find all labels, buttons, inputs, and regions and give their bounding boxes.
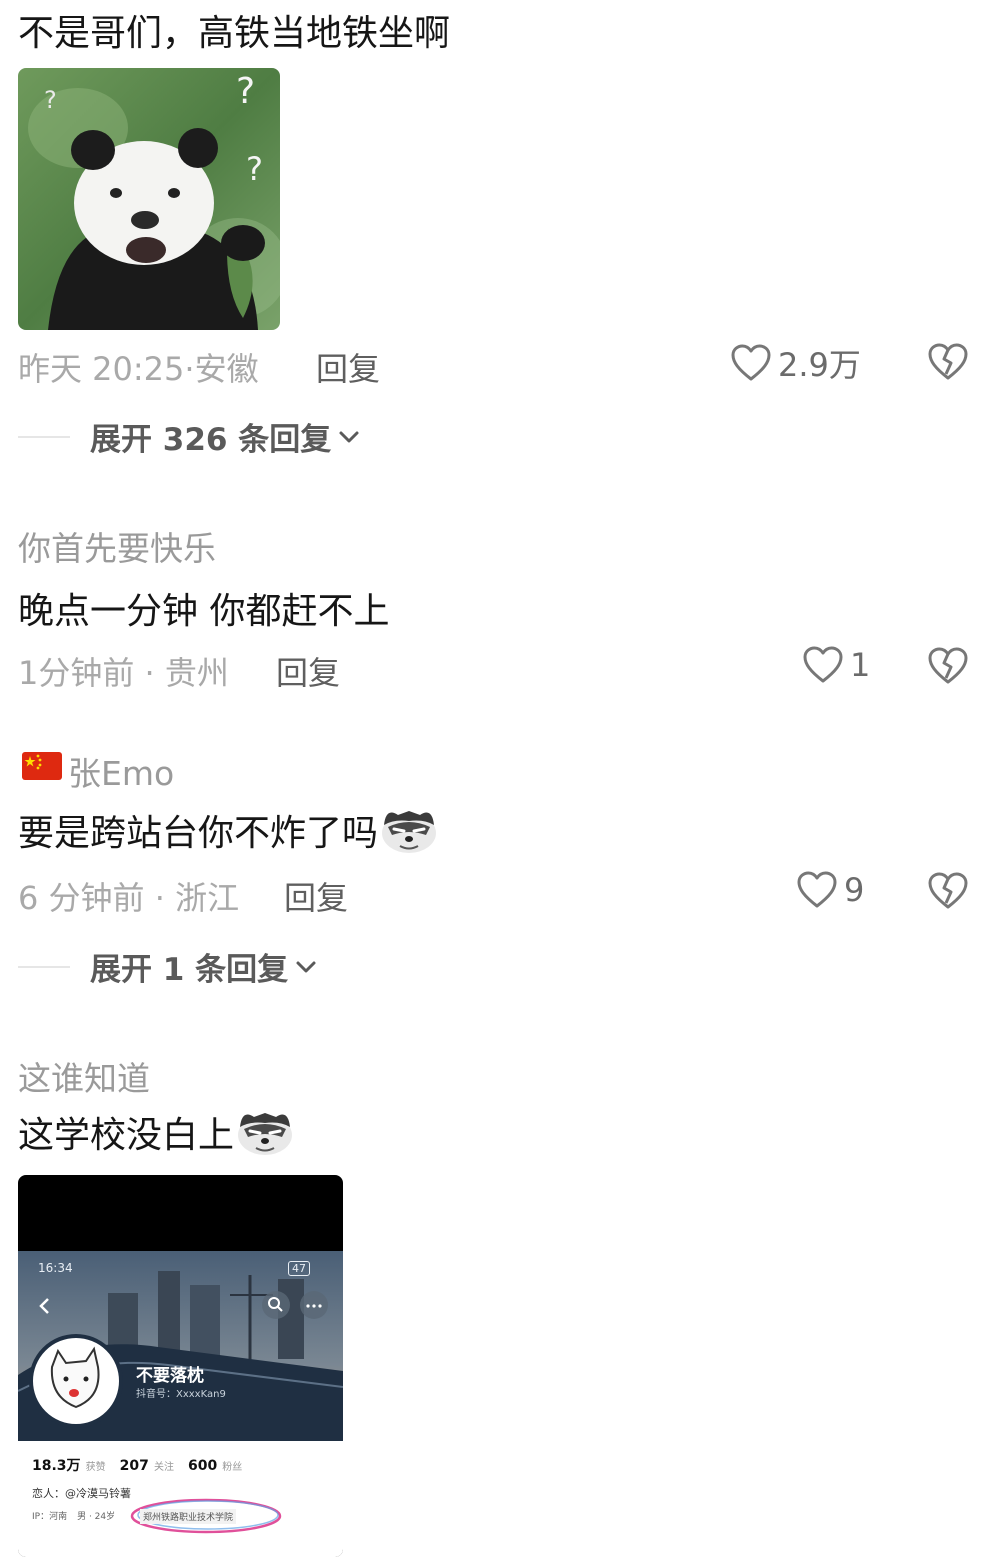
heart-outline-icon [731,344,771,381]
stat-likes: 18.3万 获赞 [32,1458,106,1474]
comment-4-text: 这学校没白上 [18,1115,235,1156]
chevron-down-icon [339,431,359,442]
panda-meme-image[interactable]: ? ? ? [18,68,280,330]
divider-line [18,435,70,438]
stat-following: 207 关注 [119,1458,174,1474]
broken-heart-icon [928,647,968,684]
comment-2-text: 晚点一分钟 你都赶不上 [18,591,390,632]
screenshot-stats-row: 18.3万 获赞 207 关注 600 粉丝 [32,1455,242,1475]
comment-2-like-count: 1 [850,646,871,684]
comment-3-like-count: 9 [844,871,865,909]
screenshot-douyin-id: 抖音号：XxxxKan9 [136,1389,226,1400]
comment-3-time: 6 分钟前 · 浙江 [18,879,240,917]
screenshot-school-tag: 郑州铁路职业技术学院 [140,1509,237,1524]
smirking-dog-emoji [238,1113,293,1155]
screenshot-status-time: 16:34 [38,1261,73,1275]
comment-3-text: 要是跨站台你不炸了吗 [18,813,379,854]
comment-1-reply-button[interactable]: 回复 [316,344,380,390]
heart-outline-icon [803,646,843,683]
divider-line [18,965,70,968]
comment-3-like-button[interactable]: 9 [796,870,864,910]
comment-3-text-row: 要是跨站台你不炸了吗 [18,804,438,856]
comment-2-time: 1分钟前 · 贵州 [18,654,229,692]
svg-text:?: ? [236,71,255,112]
broken-heart-icon [928,343,968,380]
svg-text:?: ? [246,150,263,188]
heart-outline-icon [797,871,837,908]
svg-text:?: ? [44,86,57,114]
comment-1-like-count: 2.9万 [778,346,861,384]
comment-2-username[interactable]: 你首先要快乐 [18,522,216,570]
comment-4-text-row: 这学校没白上 [18,1106,294,1158]
china-flag-icon [22,752,62,784]
comment-1-expand-replies[interactable]: 展开 326 条回复 [18,414,361,459]
comment-1-dislike-button[interactable] [926,342,970,386]
comment-2-reply-button[interactable]: 回复 [276,648,340,694]
screenshot-battery: 47 [288,1261,310,1276]
smirking-dog-emoji [382,811,437,853]
comment-2-dislike-button[interactable] [926,646,970,690]
comment-1-like-button[interactable]: 2.9万 [730,340,861,386]
comment-3-dislike-button[interactable] [926,871,970,915]
screenshot-lover: 恋人：@冷漠马铃薯 [32,1487,131,1500]
comment-4-username[interactable]: 这谁知道 [18,1052,150,1100]
screenshot-profile-name: 不要落枕 [136,1366,204,1386]
comment-3-reply-button[interactable]: 回复 [284,873,348,919]
stat-fans: 600 粉丝 [187,1458,243,1474]
comment-3-username[interactable]: 张Emo [68,747,174,795]
broken-heart-icon [928,872,968,909]
comment-2-like-button[interactable]: 1 [802,645,870,685]
screenshot-info-row: IP：河南 男 · 24岁 [32,1512,116,1522]
comment-3-expand-replies[interactable]: 展开 1 条回复 [18,944,318,989]
chevron-down-icon [296,961,316,972]
attached-profile-screenshot[interactable]: 16:34 47 不要落枕 抖音号：XxxxKan9 18.3万 获赞 207 … [18,1175,343,1557]
comment-1-text: 不是哥们，高铁当地铁坐啊 [18,13,451,54]
comment-1-time: 昨天 20:25·安徽 [18,350,259,388]
